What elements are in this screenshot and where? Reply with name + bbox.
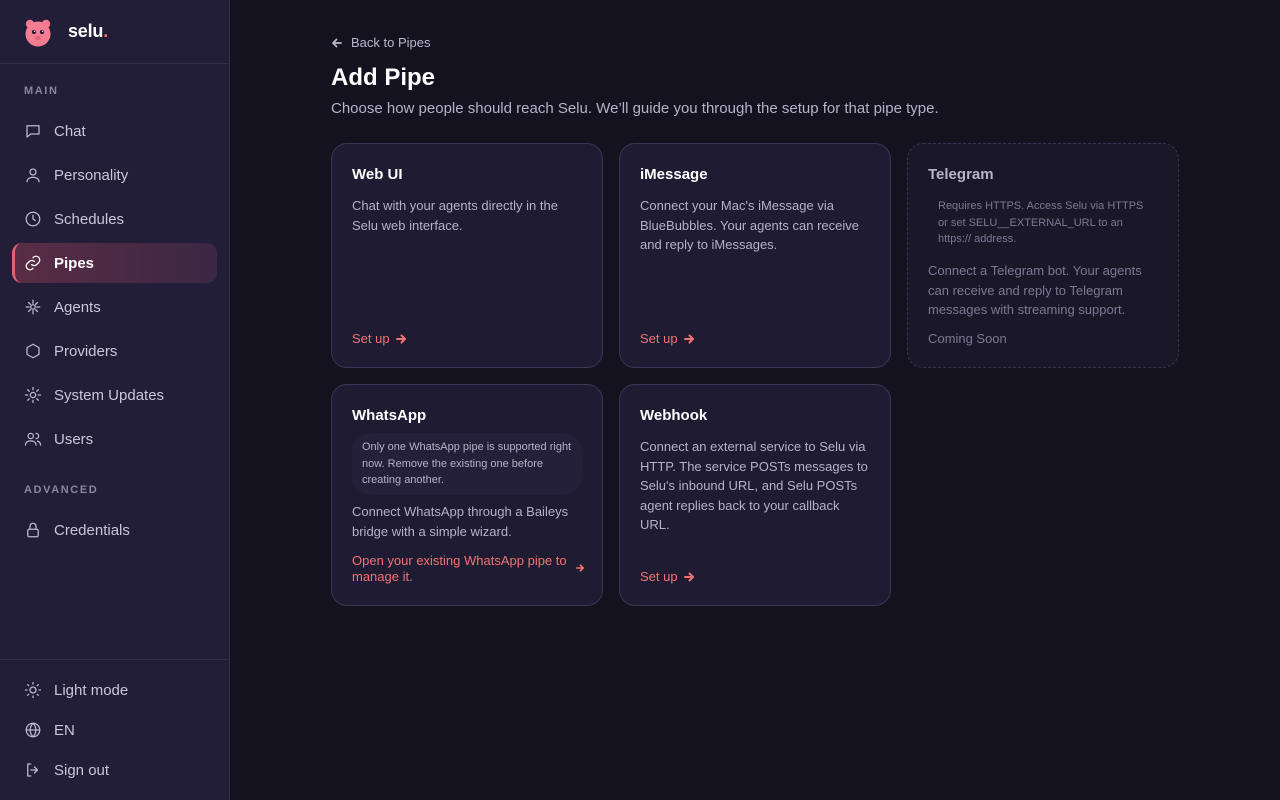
arrow-right-icon	[683, 572, 694, 581]
existing-pipe-link-label: Open your existing WhatsApp pipe to mana…	[352, 553, 567, 584]
gear-icon	[24, 386, 42, 404]
arrow-right-icon	[576, 564, 584, 572]
sidebar-item-label: Agents	[54, 298, 101, 316]
hexagon-icon	[24, 342, 42, 360]
set-up-label: Set up	[352, 331, 390, 346]
sidebar-item-providers[interactable]: Providers	[12, 331, 217, 371]
https-requirement-note: Requires HTTPS. Access Selu via HTTPS or…	[938, 200, 1144, 245]
lock-icon	[24, 521, 42, 539]
page-subtitle: Choose how people should reach Selu. We’…	[331, 100, 939, 117]
sidebar-item-schedules[interactable]: Schedules	[12, 199, 217, 239]
arrow-right-icon	[395, 334, 406, 343]
whatsapp-limit-note: Only one WhatsApp pipe is supported righ…	[352, 433, 582, 495]
sidebar-item-credentials[interactable]: Credentials	[12, 510, 217, 550]
pipe-card-whatsapp[interactable]: WhatsApp Only one WhatsApp pipe is suppo…	[331, 384, 603, 606]
set-up-label: Set up	[640, 569, 678, 584]
section-label-main: MAIN	[24, 85, 59, 97]
brand-name: selu.	[68, 21, 109, 41]
chat-icon	[24, 122, 42, 140]
pipe-card-imessage[interactable]: iMessage Connect your Mac's iMessage via…	[619, 143, 891, 368]
card-description: Chat with your agents directly in the Se…	[352, 198, 558, 233]
sidebar-item-users[interactable]: Users	[12, 419, 217, 459]
card-description: Connect WhatsApp through a Baileys bridg…	[352, 504, 569, 539]
card-description: Connect a Telegram bot. Your agents can …	[928, 263, 1142, 317]
selu-logo-icon	[25, 19, 51, 46]
card-title: Webhook	[640, 407, 708, 424]
sign-out-label: Sign out	[54, 761, 110, 779]
pipe-card-telegram: Telegram Requires HTTPS. Access Selu via…	[907, 143, 1179, 368]
section-label-advanced: ADVANCED	[24, 484, 99, 496]
webhook-set-up-button[interactable]: Set up	[640, 569, 694, 584]
sidebar: selu. MAIN Chat Personality Schedules Pi…	[0, 0, 230, 800]
light-mode-label: Light mode	[54, 681, 129, 699]
sidebar-item-label: Pipes	[54, 254, 95, 272]
users-icon	[24, 430, 42, 448]
sign-out-button[interactable]: Sign out	[12, 750, 217, 790]
sidebar-item-pipes[interactable]: Pipes	[12, 243, 217, 283]
link-icon	[24, 254, 42, 272]
sign-out-icon	[24, 761, 42, 779]
imessage-set-up-button[interactable]: Set up	[640, 331, 694, 346]
coming-soon-label: Coming Soon	[928, 331, 1007, 346]
sidebar-item-label: Credentials	[54, 521, 130, 539]
sidebar-item-agents[interactable]: Agents	[12, 287, 217, 327]
sidebar-item-label: Users	[54, 430, 94, 448]
back-to-pipes-link[interactable]: Back to Pipes	[331, 35, 431, 50]
sidebar-item-label: System Updates	[54, 386, 165, 404]
sidebar-item-label: Chat	[54, 122, 86, 140]
sidebar-item-system-updates[interactable]: System Updates	[12, 375, 217, 415]
user-icon	[24, 166, 42, 184]
arrow-left-icon	[332, 38, 342, 47]
language-selector[interactable]: EN	[12, 710, 217, 750]
clock-icon	[24, 210, 42, 228]
sidebar-item-chat[interactable]: Chat	[12, 111, 217, 151]
sidebar-item-label: Providers	[54, 342, 118, 360]
light-mode-toggle[interactable]: Light mode	[12, 670, 217, 710]
sidebar-item-label: Schedules	[54, 210, 125, 228]
web-ui-set-up-button[interactable]: Set up	[352, 331, 406, 346]
open-existing-whatsapp-link[interactable]: Open your existing WhatsApp pipe to mana…	[352, 553, 584, 585]
card-title: WhatsApp	[352, 407, 427, 424]
brand[interactable]: selu.	[0, 0, 229, 64]
sidebar-footer: Light mode EN Sign out	[0, 659, 229, 800]
language-label: EN	[54, 721, 75, 739]
card-title: Web UI	[352, 166, 403, 183]
card-title: iMessage	[640, 166, 708, 183]
card-title: Telegram	[928, 166, 994, 183]
pipe-card-web-ui[interactable]: Web UI Chat with your agents directly in…	[331, 143, 603, 368]
sidebar-item-label: Personality	[54, 166, 129, 184]
globe-icon	[24, 721, 42, 739]
pipe-card-webhook[interactable]: Webhook Connect an external service to S…	[619, 384, 891, 606]
card-description: Connect an external service to Selu via …	[640, 439, 868, 532]
set-up-label: Set up	[640, 331, 678, 346]
sidebar-item-personality[interactable]: Personality	[12, 155, 217, 195]
arrow-right-icon	[683, 334, 694, 343]
page-title: Add Pipe	[331, 64, 436, 91]
sun-icon	[24, 681, 42, 699]
card-description: Connect your Mac's iMessage via BlueBubb…	[640, 198, 859, 252]
agents-icon	[24, 298, 42, 316]
back-link-label: Back to Pipes	[351, 35, 431, 50]
